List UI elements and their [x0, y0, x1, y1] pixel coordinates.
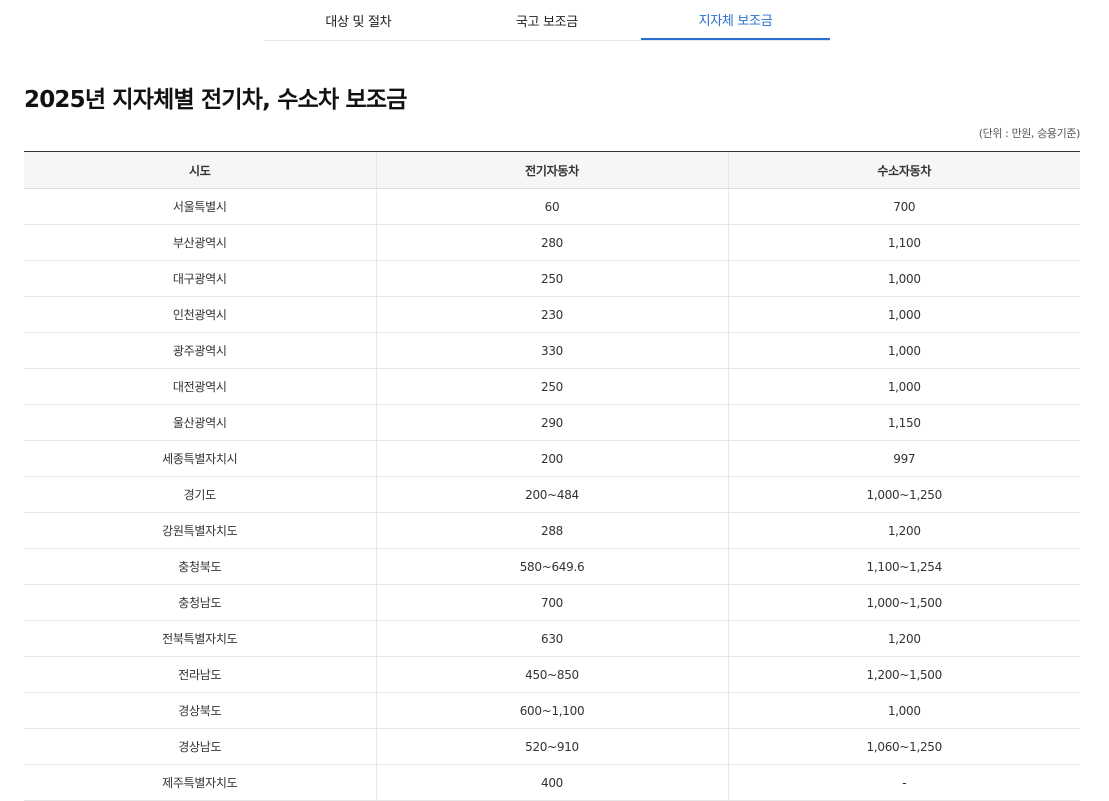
table-row: 서울특별시 60 700	[24, 188, 1080, 225]
tab-local-subsidy[interactable]: 지자체 보조금	[641, 0, 830, 40]
table-header-row: 시도 전기자동차 수소자동차	[24, 151, 1080, 189]
table-row: 대전광역시 250 1,000	[24, 368, 1080, 405]
region-cell: 전라남도	[24, 656, 376, 693]
table-row: 광주광역시 330 1,000	[24, 332, 1080, 369]
hydrogen-subsidy-cell: 1,060~1,250	[727, 728, 1080, 765]
region-cell: 세종특별자치시	[24, 440, 376, 477]
region-cell: 울산광역시	[24, 404, 376, 441]
hydrogen-subsidy-cell: 1,000~1,250	[727, 476, 1080, 513]
electric-subsidy-cell: 230	[375, 296, 728, 333]
electric-subsidy-cell: 290	[375, 404, 728, 441]
electric-subsidy-cell: 200~484	[375, 476, 728, 513]
region-cell: 제주특별자치도	[24, 764, 376, 801]
hydrogen-subsidy-cell: 1,200~1,500	[727, 656, 1080, 693]
table-row: 제주특별자치도 400-	[24, 764, 1080, 801]
hydrogen-subsidy-cell: 1,100~1,254	[727, 548, 1080, 585]
region-cell: 대구광역시	[24, 260, 376, 297]
hydrogen-subsidy-cell: -	[727, 764, 1080, 801]
column-header-electric: 전기자동차	[375, 151, 728, 189]
page-title: 2025년 지자체별 전기차, 수소차 보조금	[24, 87, 407, 113]
hydrogen-subsidy-cell: 1,150	[727, 404, 1080, 441]
region-cell: 경기도	[24, 476, 376, 513]
hydrogen-subsidy-cell: 700	[727, 188, 1080, 225]
hydrogen-subsidy-cell: 1,000	[727, 368, 1080, 405]
region-cell: 경상북도	[24, 692, 376, 729]
table-row: 울산광역시 290 1,150	[24, 404, 1080, 441]
electric-subsidy-cell: 330	[375, 332, 728, 369]
tab-target-procedure[interactable]: 대상 및 절차	[264, 0, 453, 40]
electric-subsidy-cell: 60	[375, 188, 728, 225]
region-cell: 서울특별시	[24, 188, 376, 225]
electric-subsidy-cell: 450~850	[375, 656, 728, 693]
hydrogen-subsidy-cell: 1,100	[727, 224, 1080, 261]
table-row: 세종특별자치시 200 997	[24, 440, 1080, 477]
subsidy-tab-bar: 대상 및 절차 국고 보조금 지자체 보조금	[264, 0, 830, 41]
electric-subsidy-cell: 400	[375, 764, 728, 801]
region-cell: 경상남도	[24, 728, 376, 765]
hydrogen-subsidy-cell: 1,200	[727, 512, 1080, 549]
region-cell: 대전광역시	[24, 368, 376, 405]
table-row: 부산광역시 280 1,100	[24, 224, 1080, 261]
table-row: 인천광역시 230 1,000	[24, 296, 1080, 333]
region-cell: 충청남도	[24, 584, 376, 621]
electric-subsidy-cell: 200	[375, 440, 728, 477]
electric-subsidy-cell: 250	[375, 260, 728, 297]
electric-subsidy-cell: 700	[375, 584, 728, 621]
region-cell: 부산광역시	[24, 224, 376, 261]
electric-subsidy-cell: 288	[375, 512, 728, 549]
hydrogen-subsidy-cell: 1,000	[727, 296, 1080, 333]
electric-subsidy-cell: 630	[375, 620, 728, 657]
subsidy-table: 시도 전기자동차 수소자동차 서울특별시 60 700 부산광역시 280 1,100 …	[24, 151, 1080, 801]
table-row: 충청북도 580~649.6 1,100~1,254	[24, 548, 1080, 585]
region-cell: 강원특별자치도	[24, 512, 376, 549]
hydrogen-subsidy-cell: 1,000~1,500	[727, 584, 1080, 621]
electric-subsidy-cell: 250	[375, 368, 728, 405]
region-cell: 충청북도	[24, 548, 376, 585]
electric-subsidy-cell: 280	[375, 224, 728, 261]
table-row: 충청남도 700 1,000~1,500	[24, 584, 1080, 621]
region-cell: 광주광역시	[24, 332, 376, 369]
electric-subsidy-cell: 580~649.6	[375, 548, 728, 585]
hydrogen-subsidy-cell: 1,000	[727, 332, 1080, 369]
column-header-hydrogen: 수소자동차	[727, 151, 1080, 189]
table-row: 강원특별자치도 288 1,200	[24, 512, 1080, 549]
table-row: 전라남도 450~850 1,200~1,500	[24, 656, 1080, 693]
hydrogen-subsidy-cell: 997	[727, 440, 1080, 477]
table-row: 경기도 200~484 1,000~1,250	[24, 476, 1080, 513]
column-header-region: 시도	[24, 151, 376, 189]
electric-subsidy-cell: 600~1,100	[375, 692, 728, 729]
hydrogen-subsidy-cell: 1,000	[727, 260, 1080, 297]
hydrogen-subsidy-cell: 1,200	[727, 620, 1080, 657]
tab-national-subsidy[interactable]: 국고 보조금	[453, 0, 642, 40]
electric-subsidy-cell: 520~910	[375, 728, 728, 765]
unit-note: (단위 : 만원, 승용기준)	[978, 127, 1081, 140]
table-row: 대구광역시 250 1,000	[24, 260, 1080, 297]
region-cell: 인천광역시	[24, 296, 376, 333]
table-row: 경상북도 600~1,100 1,000	[24, 692, 1080, 729]
table-row: 경상남도 520~910 1,060~1,250	[24, 728, 1080, 765]
hydrogen-subsidy-cell: 1,000	[727, 692, 1080, 729]
table-row: 전북특별자치도 630 1,200	[24, 620, 1080, 657]
region-cell: 전북특별자치도	[24, 620, 376, 657]
